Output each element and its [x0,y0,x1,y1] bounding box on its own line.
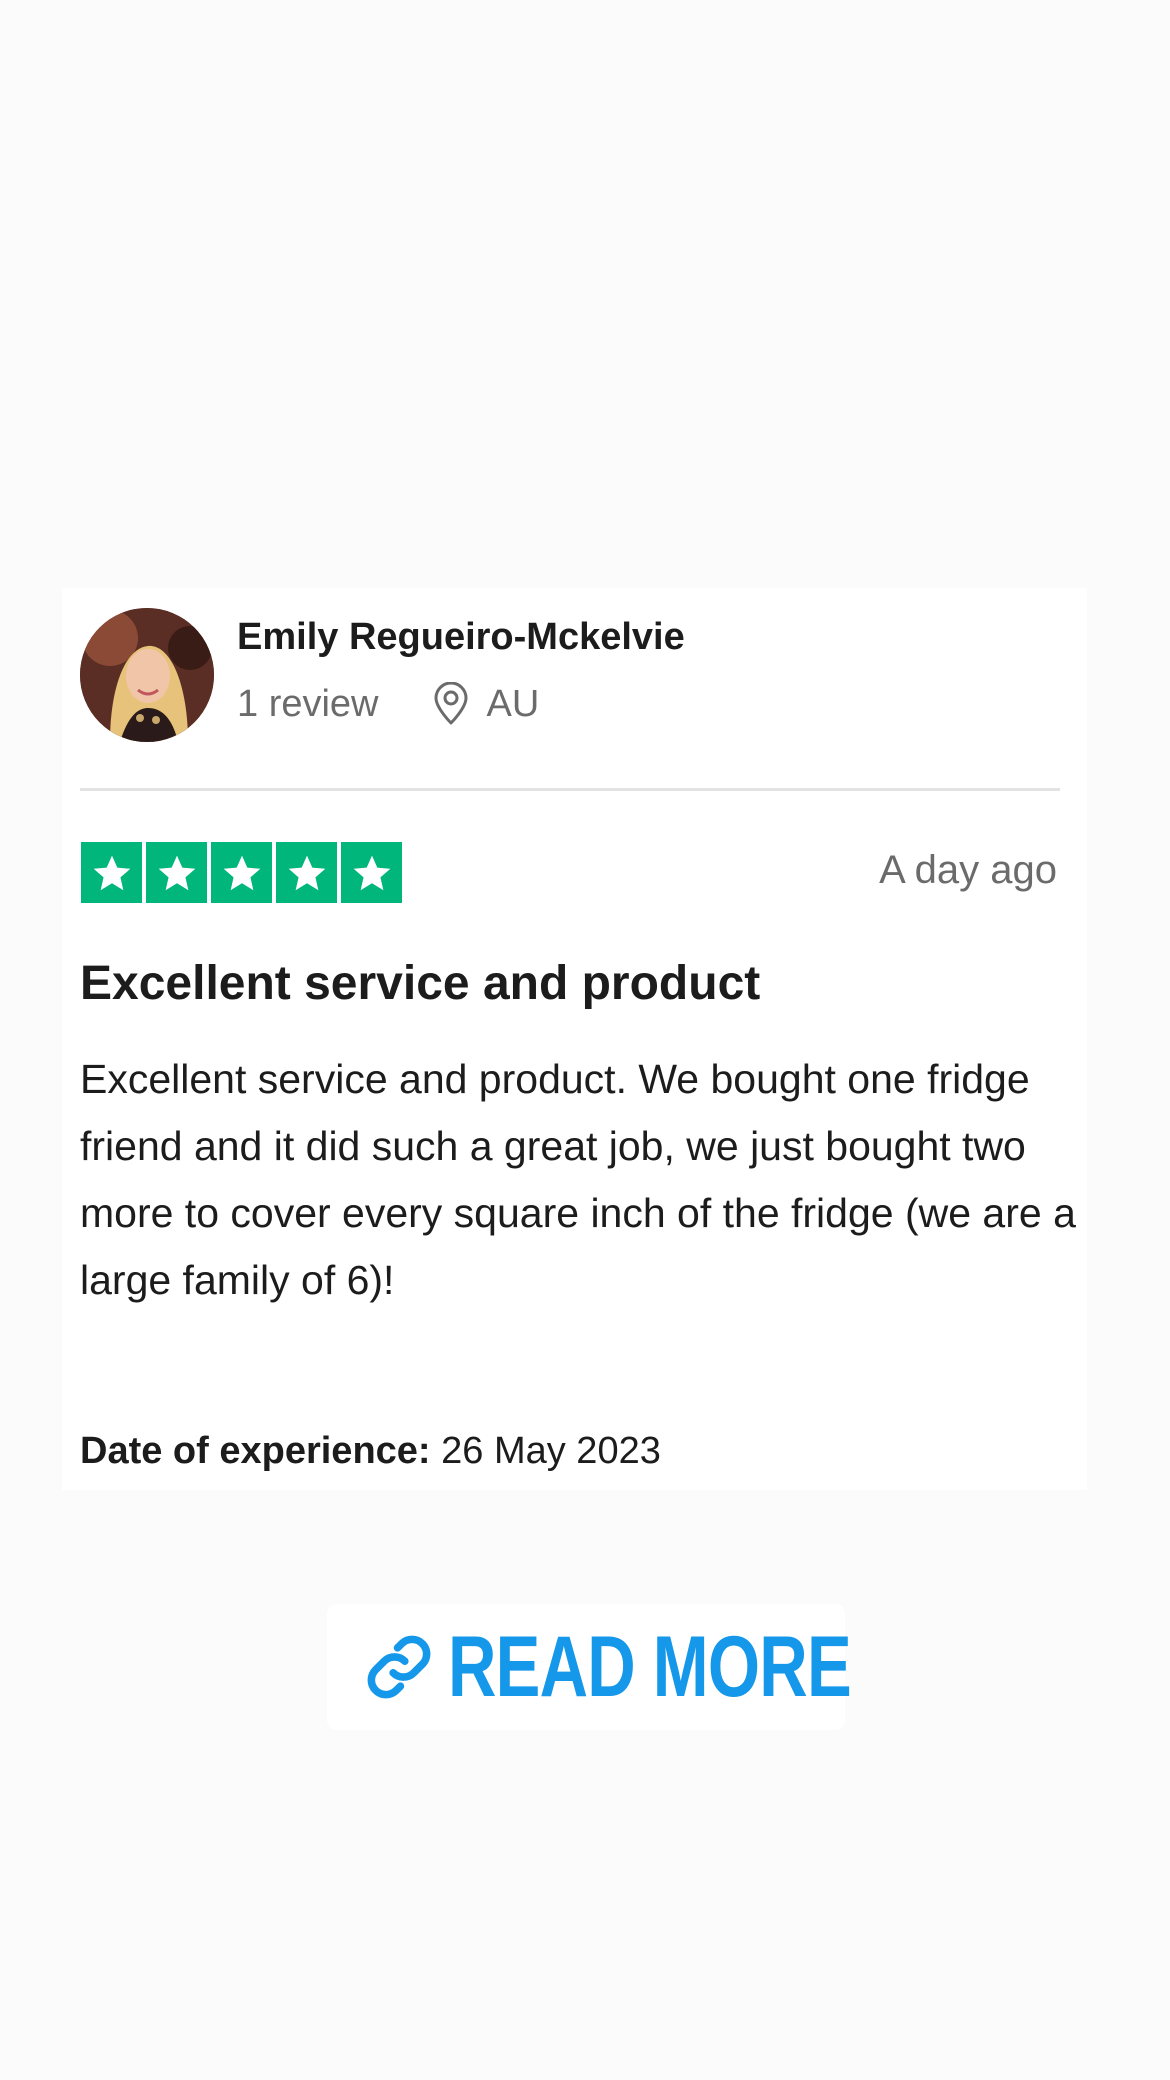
review-count: 1 review [237,682,379,725]
avatar [80,608,214,742]
reviewer-name[interactable]: Emily Regueiro-Mckelvie [237,616,685,659]
read-more-link[interactable]: READ MORE [327,1604,852,1730]
review-date: A day ago [879,848,1057,892]
review-body: Excellent service and product. We bought… [80,1056,1076,1303]
read-more-label: READ MORE [448,1618,852,1715]
star-icon [211,842,272,903]
reviewer-meta: 1 review AU [237,682,539,726]
star-icon [276,842,337,903]
link-icon [364,1632,434,1702]
reviewer-location: AU [486,682,540,725]
star-icon [81,842,142,903]
location-pin-icon [431,682,471,726]
review-title: Excellent service and product [80,957,761,1010]
star-icon [341,842,402,903]
date-of-experience: Date of experience: 26 May 2023 [80,1430,661,1473]
star-rating [81,842,402,903]
divider [80,788,1060,791]
review-card: Emily Regueiro-Mckelvie 1 review AU A da… [62,588,1087,1490]
star-icon [146,842,207,903]
experience-date: 26 May 2023 [441,1430,661,1472]
experience-label: Date of experience: [80,1430,431,1472]
